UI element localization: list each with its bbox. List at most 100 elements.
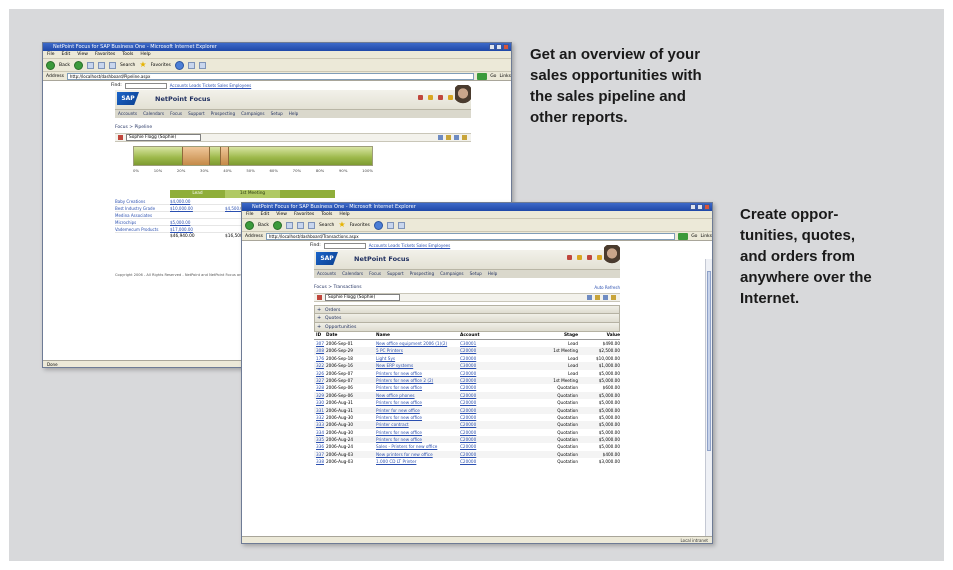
- row-account[interactable]: C20000: [460, 392, 526, 399]
- row-id[interactable]: 329: [314, 392, 326, 399]
- menu-favorites[interactable]: Favorites: [294, 211, 314, 218]
- row-name[interactable]: Light Sys: [376, 355, 460, 362]
- section-opportunities[interactable]: Opportunities: [314, 323, 620, 332]
- refresh-icon[interactable]: [454, 135, 459, 140]
- nav-setup[interactable]: Setup: [470, 270, 482, 278]
- row-name[interactable]: Printers for new office 2 (2): [376, 377, 460, 384]
- row-account[interactable]: C30000: [460, 362, 526, 369]
- nav-calendars[interactable]: Calendars: [342, 270, 363, 278]
- refresh-icon[interactable]: [296, 221, 304, 229]
- row-id[interactable]: 326: [314, 370, 326, 377]
- address-input[interactable]: http://localhost/dashboard/Transactions.…: [265, 232, 676, 240]
- row-account[interactable]: C20000: [460, 399, 526, 406]
- row-account[interactable]: C20000: [460, 443, 526, 450]
- row-id[interactable]: 332: [314, 414, 326, 421]
- calendar-icon[interactable]: [418, 95, 423, 100]
- column-stage[interactable]: Stage: [526, 332, 578, 339]
- row-name[interactable]: New office equipment 2006 (1)(2): [376, 340, 460, 347]
- section-quotes[interactable]: Quotes: [314, 314, 620, 323]
- row-id[interactable]: 333: [314, 421, 326, 428]
- refresh-icon[interactable]: [97, 61, 105, 69]
- row-account[interactable]: C20000: [460, 414, 526, 421]
- nav-setup[interactable]: Setup: [271, 110, 283, 118]
- home-icon[interactable]: [597, 255, 602, 260]
- column-lead[interactable]: Lead: [170, 190, 225, 198]
- row-name[interactable]: Printers for new office: [376, 429, 460, 436]
- row-account[interactable]: C20000: [460, 421, 526, 428]
- nav-help[interactable]: Help: [488, 270, 498, 278]
- table-row[interactable]: 328 2006-Sep-06 Printers for new office C20…: [314, 384, 620, 391]
- column-1st-meeting[interactable]: 1st Meeting: [225, 190, 280, 198]
- row-name[interactable]: Printers for new office: [376, 399, 460, 406]
- address-input[interactable]: http://localhost/dashboard/Pipeline.aspx: [66, 72, 475, 80]
- table-row[interactable]: 336 2006-Aug-24 Sales - Printers for new o…: [314, 443, 620, 450]
- table-row[interactable]: 337 2006-Aug-03 New printers for new offic…: [314, 450, 620, 459]
- stop-icon[interactable]: [86, 61, 94, 69]
- go-button[interactable]: [678, 232, 689, 240]
- row-id[interactable]: 328: [314, 384, 326, 391]
- home-icon[interactable]: [108, 61, 116, 69]
- back-label[interactable]: Back: [59, 63, 70, 68]
- export-icon[interactable]: [438, 135, 443, 140]
- row-account[interactable]: C20000: [460, 355, 526, 362]
- window-title-bar[interactable]: NetPoint Focus for SAP Business One - Mi…: [242, 203, 712, 211]
- print-icon[interactable]: [595, 295, 600, 300]
- star-icon[interactable]: [428, 95, 433, 100]
- find-input[interactable]: [323, 242, 366, 249]
- back-icon[interactable]: [245, 220, 254, 230]
- nav-calendars[interactable]: Calendars: [143, 110, 164, 118]
- row-account[interactable]: C20000: [460, 458, 526, 465]
- back-label[interactable]: Back: [258, 223, 269, 228]
- settings-icon[interactable]: [462, 135, 467, 140]
- back-icon[interactable]: [46, 60, 55, 70]
- links-label[interactable]: Links: [700, 234, 712, 239]
- settings-icon[interactable]: [611, 295, 616, 300]
- print-icon[interactable]: [198, 61, 206, 69]
- nav-prospecting[interactable]: Prospecting: [410, 270, 434, 278]
- forward-icon[interactable]: [73, 60, 83, 70]
- stop-icon[interactable]: [285, 221, 293, 229]
- table-row[interactable]: 335 2006-Aug-24 Printers for new office C20…: [314, 436, 620, 444]
- row-name[interactable]: 1.000 CD LT Printer: [376, 458, 460, 465]
- row-account[interactable]: C20000: [460, 429, 526, 436]
- table-row[interactable]: 334 2006-Aug-30 Printers for new office C20…: [314, 429, 620, 436]
- quick-links[interactable]: Accounts Leads Tickets Sales Employees: [369, 243, 450, 248]
- table-row[interactable]: 331 2006-Aug-31 Printer for new office C200…: [314, 406, 620, 414]
- favorites-icon[interactable]: ★: [338, 221, 345, 229]
- row-name[interactable]: Printers for new office: [376, 384, 460, 391]
- row-name[interactable]: Sales - Printers for new office: [376, 443, 460, 450]
- favorites-label[interactable]: Favorites: [350, 223, 370, 228]
- home-icon[interactable]: [307, 221, 315, 229]
- table-row[interactable]: 330 2006-Aug-31 Printers for new office C20…: [314, 399, 620, 406]
- table-row[interactable]: 338 2006-Aug-03 1.000 CD LT Printer C20000 Q…: [314, 458, 620, 465]
- row-name[interactable]: Printers for new office: [376, 370, 460, 377]
- row-id[interactable]: 337: [314, 451, 326, 458]
- row-id[interactable]: 336: [314, 443, 326, 450]
- nav-campaigns[interactable]: Campaigns: [241, 110, 264, 118]
- logout-icon[interactable]: [587, 255, 592, 260]
- table-row[interactable]: 333 2006-Aug-30 Printer contract C20000 Quot…: [314, 421, 620, 429]
- favorites-label[interactable]: Favorites: [151, 63, 171, 68]
- mail-icon[interactable]: [187, 61, 195, 69]
- go-label[interactable]: Go: [490, 74, 496, 79]
- row-account[interactable]: C20000: [460, 407, 526, 414]
- menu-help[interactable]: Help: [339, 211, 349, 218]
- links-label[interactable]: Links: [499, 74, 511, 79]
- row-id[interactable]: 176: [314, 355, 326, 362]
- nav-campaigns[interactable]: Campaigns: [440, 270, 463, 278]
- menu-help[interactable]: Help: [140, 51, 150, 58]
- column-next[interactable]: [280, 190, 335, 198]
- mail-icon[interactable]: [386, 221, 394, 229]
- column-date[interactable]: Date: [326, 332, 376, 339]
- table-row[interactable]: 332 2006-Aug-30 Printers for new office C20…: [314, 414, 620, 421]
- search-label[interactable]: Search: [120, 63, 135, 68]
- row-name[interactable]: Printer contract: [376, 421, 460, 428]
- minimize-icon[interactable]: [690, 204, 696, 210]
- row-account[interactable]: C20000: [460, 347, 526, 354]
- close-icon[interactable]: [503, 44, 509, 50]
- table-row[interactable]: 308 2006-Sep-29 5 PC Printers C20000 1st Mee…: [314, 347, 620, 355]
- row-name[interactable]: New ERP systems: [376, 362, 460, 369]
- media-icon[interactable]: [373, 220, 383, 230]
- forward-icon[interactable]: [272, 220, 282, 230]
- find-input[interactable]: [124, 82, 167, 89]
